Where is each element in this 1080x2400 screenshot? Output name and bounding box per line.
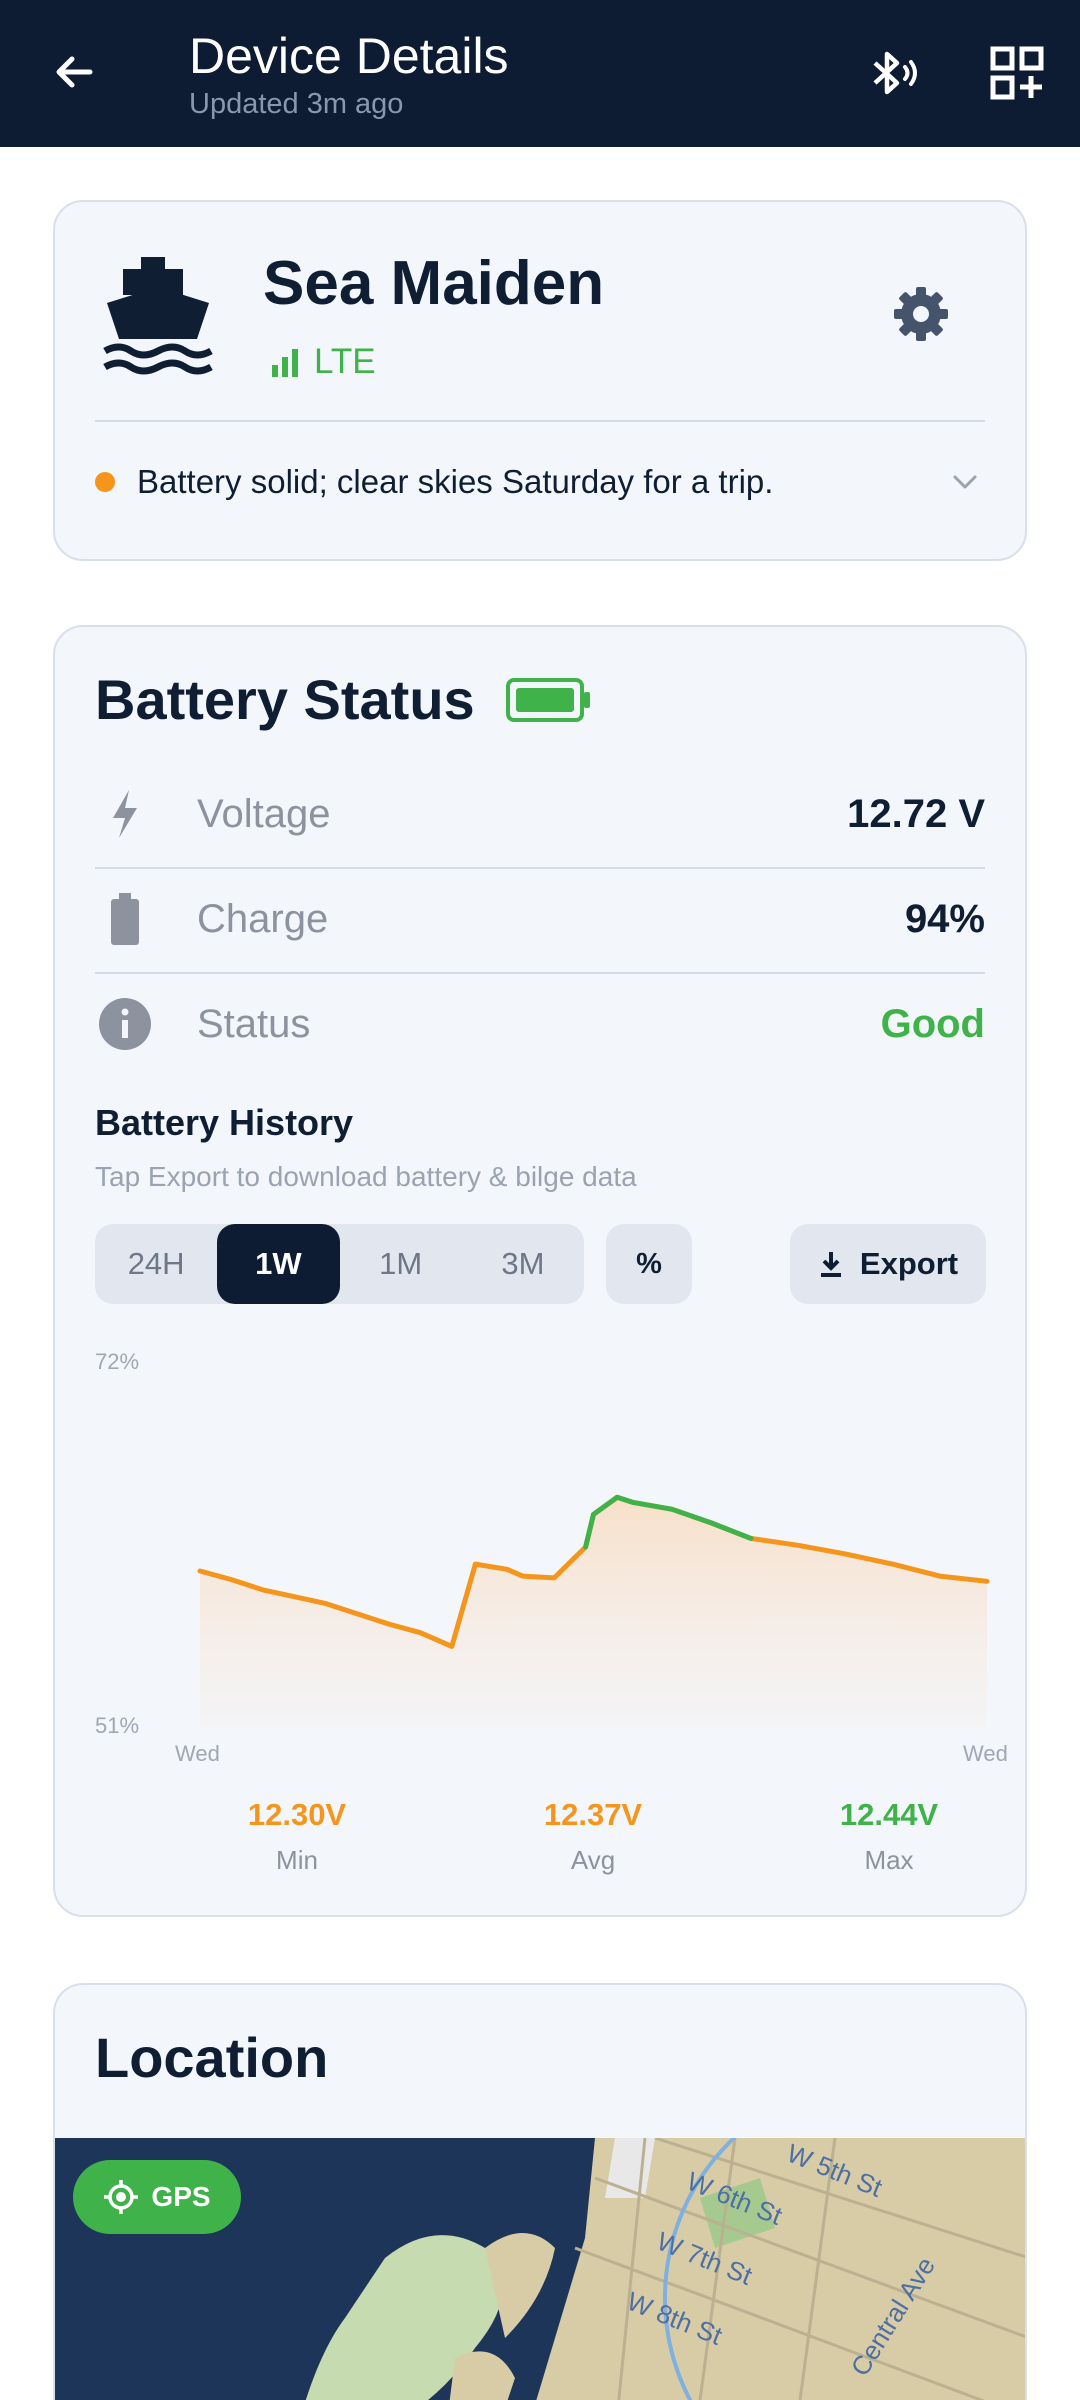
range-1w[interactable]: 1W <box>217 1224 340 1304</box>
history-title: Battery History <box>95 1102 354 1143</box>
battery-history-chart: 72% 51% Wed Wed <box>95 1349 1008 1766</box>
device-summary[interactable]: Battery solid; clear skies Saturday for … <box>95 462 985 502</box>
export-button[interactable]: Export <box>790 1224 986 1304</box>
location-title: Location <box>95 2026 329 2089</box>
battery-icon <box>95 889 155 949</box>
status-row: Status Good <box>95 972 985 1076</box>
voltage-label: Voltage <box>197 791 331 836</box>
export-label: Export <box>859 1246 959 1281</box>
stat-max: 12.44V Max <box>789 1797 989 1876</box>
voltage-value: 12.72 V <box>847 791 985 836</box>
qr-add-icon <box>990 46 1044 100</box>
add-device-button[interactable] <box>982 38 1052 108</box>
device-name: Sea Maiden <box>263 249 605 318</box>
boat-icon <box>103 257 213 375</box>
range-selector: 24H 1W 1M 3M <box>95 1224 584 1304</box>
y-tick-label: 51% <box>95 1713 139 1738</box>
battery-full-icon <box>505 677 590 722</box>
history-subtitle: Tap Export to download battery & bilge d… <box>95 1161 637 1192</box>
location-card: Location W 5th St W 6th St W 7th St W 8t… <box>53 1983 1027 2400</box>
chevron-down-icon[interactable] <box>945 462 985 502</box>
device-card: Sea Maiden LTE Battery solid; clear skie… <box>53 200 1027 561</box>
chart-area-fill <box>200 1497 987 1727</box>
back-arrow-icon <box>56 56 93 88</box>
status-dot <box>95 472 115 492</box>
header-titles: Device Details Updated 3m ago <box>189 26 509 121</box>
top-app-bar: Device Details Updated 3m ago <box>0 0 1080 147</box>
x-tick-label: Wed <box>963 1741 1008 1766</box>
battery-title: Battery Status <box>95 668 475 731</box>
page-title: Device Details <box>189 28 509 84</box>
stat-max-value: 12.44V <box>839 1797 939 1832</box>
stat-min-value: 12.30V <box>247 1797 347 1832</box>
crosshair-icon <box>104 2180 139 2214</box>
bolt-icon <box>95 784 155 844</box>
stat-avg-value: 12.37V <box>543 1797 643 1832</box>
bluetooth-button[interactable] <box>858 38 928 108</box>
network-label: LTE <box>314 342 376 381</box>
stat-min-label: Min <box>276 1845 318 1875</box>
gps-button[interactable]: GPS <box>73 2160 241 2234</box>
voltage-row: Voltage 12.72 V <box>95 762 985 866</box>
stat-avg: 12.37V Avg <box>493 1797 693 1876</box>
x-tick-label: Wed <box>175 1741 220 1766</box>
battery-card: Battery Status Voltage 12.72 V Charge 94… <box>53 625 1027 1917</box>
status-label: Status <box>197 1001 311 1046</box>
status-value: Good <box>880 1001 985 1046</box>
info-icon <box>95 994 155 1054</box>
gps-label: GPS <box>151 2181 211 2212</box>
gear-icon[interactable] <box>891 284 951 344</box>
updated-timestamp: Updated 3m ago <box>189 88 404 120</box>
range-3m[interactable]: 3M <box>462 1224 584 1304</box>
range-1m[interactable]: 1M <box>340 1224 462 1304</box>
y-tick-label: 72% <box>95 1349 139 1374</box>
network-status: LTE <box>270 342 376 382</box>
signal-bars-icon <box>272 349 298 377</box>
card-divider <box>95 420 985 422</box>
summary-text: Battery solid; clear skies Saturday for … <box>137 463 774 500</box>
charge-label: Charge <box>197 896 329 941</box>
battery-stats: 12.30V Min 12.37V Avg 12.44V Max <box>55 1797 1029 1887</box>
charge-row: Charge 94% <box>95 867 985 971</box>
map-view[interactable]: W 5th St W 6th St W 7th St W 8th St Cent… <box>55 2138 1025 2400</box>
back-button[interactable] <box>44 42 104 102</box>
stat-max-label: Max <box>864 1845 914 1875</box>
range-24h[interactable]: 24H <box>95 1224 217 1304</box>
unit-toggle-button[interactable]: % <box>606 1224 692 1304</box>
charge-value: 94% <box>904 896 985 941</box>
stat-min: 12.30V Min <box>197 1797 397 1876</box>
bluetooth-icon <box>873 51 917 95</box>
battery-header: Battery Status <box>95 667 593 732</box>
stat-avg-label: Avg <box>570 1845 616 1875</box>
download-icon <box>820 1252 841 1277</box>
